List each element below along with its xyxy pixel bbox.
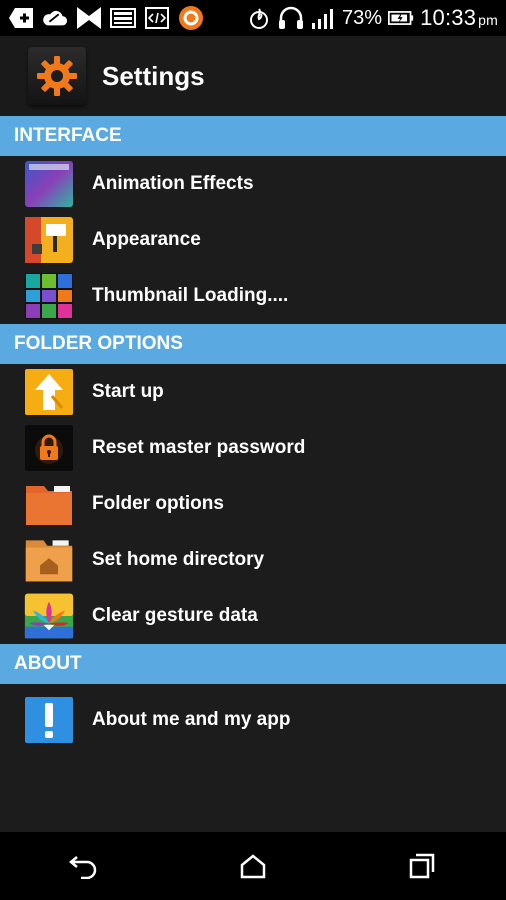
gear-icon[interactable] xyxy=(28,47,86,105)
app-bar: Settings xyxy=(0,36,506,116)
headphones-icon xyxy=(278,6,304,29)
home-folder-icon xyxy=(24,536,74,584)
setting-item-label: About me and my app xyxy=(92,709,291,730)
section-header-folder-options: FOLDER OPTIONS xyxy=(0,324,506,364)
add-icon xyxy=(8,7,34,29)
startup-arrow-icon xyxy=(24,368,74,416)
battery-icon xyxy=(388,7,414,29)
info-icon xyxy=(24,696,74,744)
signal-icon xyxy=(310,7,336,29)
setting-item-label: Thumbnail Loading.... xyxy=(92,285,289,306)
setting-item-label: Clear gesture data xyxy=(92,605,258,626)
back-icon[interactable] xyxy=(54,836,114,896)
setting-item-thumbnail-loading[interactable]: Thumbnail Loading.... xyxy=(0,268,506,324)
setting-item-label: Start up xyxy=(92,381,164,402)
folder-icon xyxy=(24,480,74,528)
animation-icon xyxy=(24,160,74,208)
flame-icon xyxy=(246,7,272,29)
setting-item-appearance[interactable]: Appearance xyxy=(0,212,506,268)
code-icon xyxy=(144,7,170,29)
thumbnail-icon xyxy=(24,272,74,320)
home-icon[interactable] xyxy=(223,836,283,896)
settings-list: INTERFACE Animation Effects Appearance T… xyxy=(0,116,506,832)
setting-item-folder-options[interactable]: Folder options xyxy=(0,476,506,532)
navigation-bar xyxy=(0,832,506,900)
setting-item-label: Animation Effects xyxy=(92,173,254,194)
clock: 10:33 pm xyxy=(420,5,498,30)
setting-item-label: Folder options xyxy=(92,493,224,514)
setting-item-clear-gesture-data[interactable]: Clear gesture data xyxy=(0,588,506,644)
setting-item-label: Set home directory xyxy=(92,549,265,570)
appearance-icon xyxy=(24,216,74,264)
status-bar: 73% 10:33 pm xyxy=(0,0,506,36)
gesture-icon xyxy=(24,592,74,640)
setting-item-set-home-directory[interactable]: Set home directory xyxy=(0,532,506,588)
recents-icon[interactable] xyxy=(392,836,452,896)
section-header-interface: INTERFACE xyxy=(0,116,506,156)
image-icon xyxy=(110,7,136,29)
page-title: Settings xyxy=(102,60,205,91)
lock-icon xyxy=(24,424,74,472)
setting-item-about[interactable]: About me and my app xyxy=(0,684,506,756)
section-header-about: ABOUT xyxy=(0,644,506,684)
cloud-icon xyxy=(42,7,68,29)
battery-percent: 73% xyxy=(342,6,383,29)
setting-item-start-up[interactable]: Start up xyxy=(0,364,506,420)
setting-item-label: Reset master password xyxy=(92,437,306,458)
setting-item-animation-effects[interactable]: Animation Effects xyxy=(0,156,506,212)
orange-app-icon xyxy=(178,6,204,30)
setting-item-label: Appearance xyxy=(92,229,201,250)
app-icon xyxy=(76,7,102,29)
setting-item-reset-master-password[interactable]: Reset master password xyxy=(0,420,506,476)
